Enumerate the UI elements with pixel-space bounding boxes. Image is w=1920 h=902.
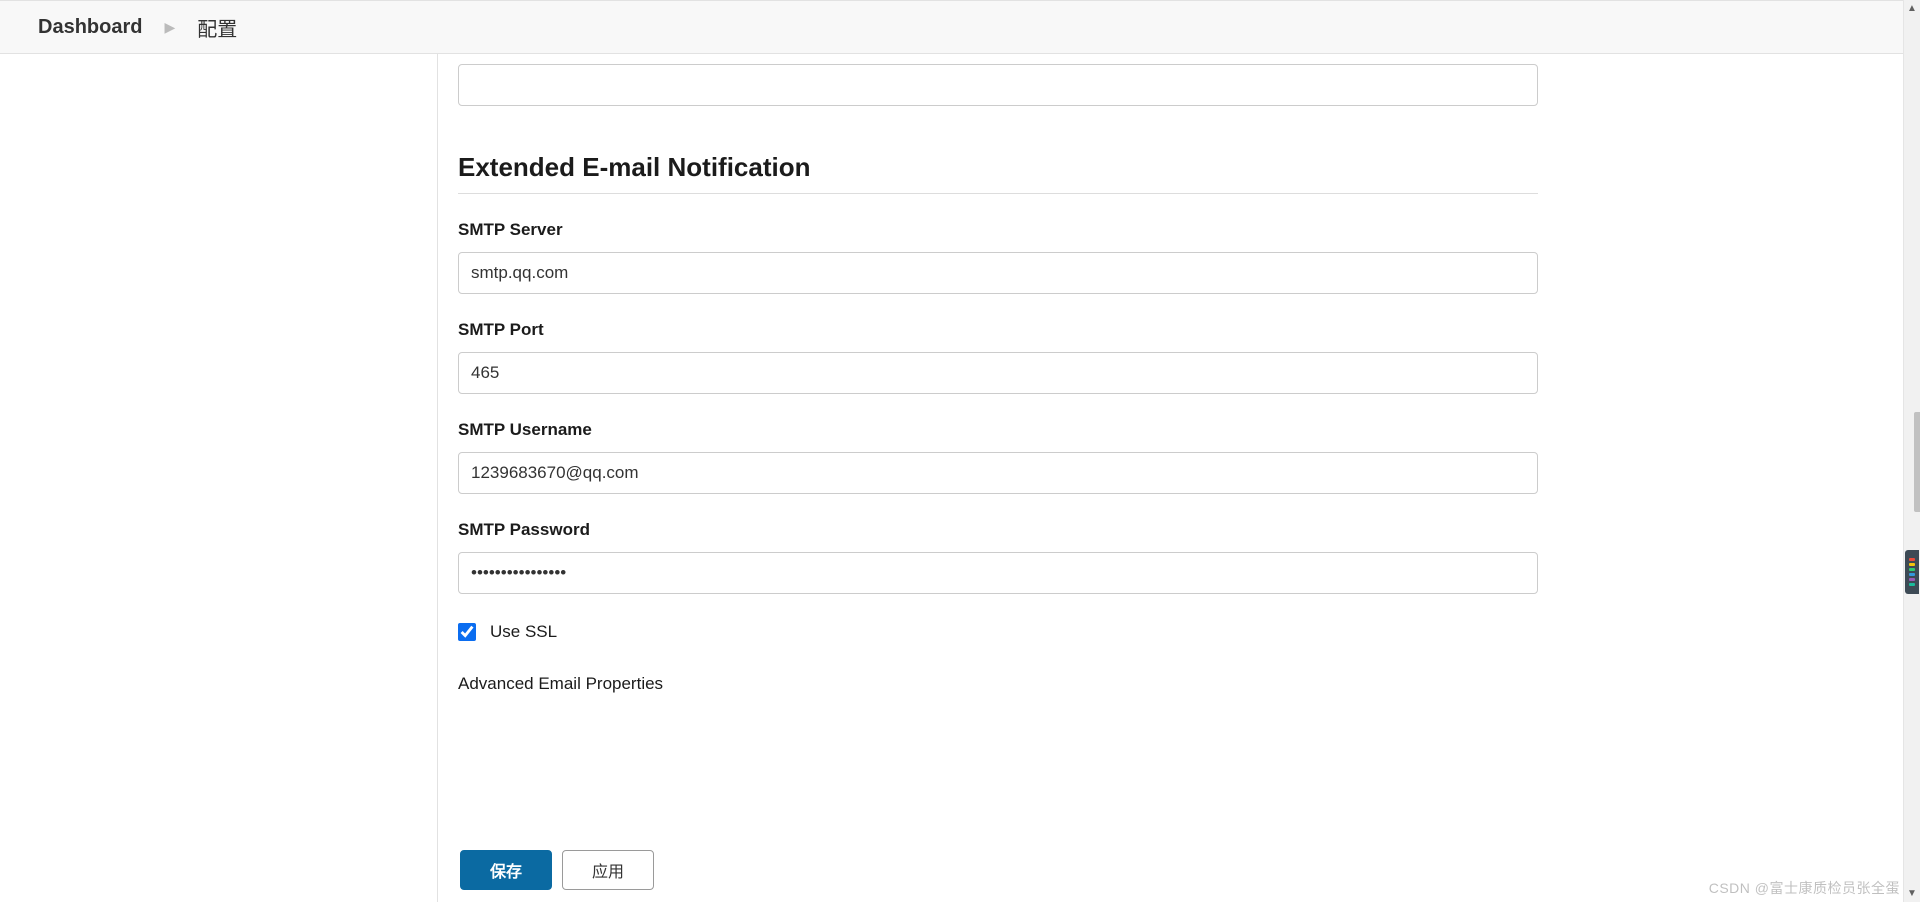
section-divider [458, 193, 1538, 194]
chevron-right-icon: ▶ [164, 19, 175, 36]
label-smtp-port: SMTP Port [458, 320, 1538, 340]
scroll-up-arrow-icon[interactable]: ▲ [1904, 0, 1920, 17]
side-widget[interactable] [1905, 550, 1919, 594]
scrollbar-thumb[interactable] [1914, 412, 1920, 512]
sidebar [0, 54, 438, 902]
label-smtp-password: SMTP Password [458, 520, 1538, 540]
label-smtp-username: SMTP Username [458, 420, 1538, 440]
smtp-server-input[interactable] [458, 252, 1538, 294]
smtp-username-input[interactable] [458, 452, 1538, 494]
breadcrumb: Dashboard ▶ 配置 [0, 0, 1920, 54]
main-content: Extended E-mail Notification SMTP Server… [438, 54, 1920, 902]
button-bar: 保存 应用 [460, 850, 654, 890]
label-smtp-server: SMTP Server [458, 220, 1538, 240]
apply-button[interactable]: 应用 [562, 850, 654, 890]
save-button[interactable]: 保存 [460, 850, 552, 890]
use-ssl-checkbox[interactable] [458, 623, 476, 641]
label-advanced-email-properties: Advanced Email Properties [458, 674, 1538, 694]
breadcrumb-root-link[interactable]: Dashboard [38, 16, 142, 39]
section-heading-extended-email: Extended E-mail Notification [458, 152, 1538, 183]
previous-section-input[interactable] [458, 64, 1538, 106]
vertical-scrollbar[interactable]: ▲ ▼ [1903, 0, 1920, 902]
smtp-port-input[interactable] [458, 352, 1538, 394]
breadcrumb-current: 配置 [197, 13, 237, 42]
label-use-ssl[interactable]: Use SSL [490, 622, 557, 642]
smtp-password-input[interactable] [458, 552, 1538, 594]
scroll-down-arrow-icon[interactable]: ▼ [1904, 885, 1920, 902]
watermark: CSDN @富士康质检员张全蛋 [1709, 878, 1900, 898]
